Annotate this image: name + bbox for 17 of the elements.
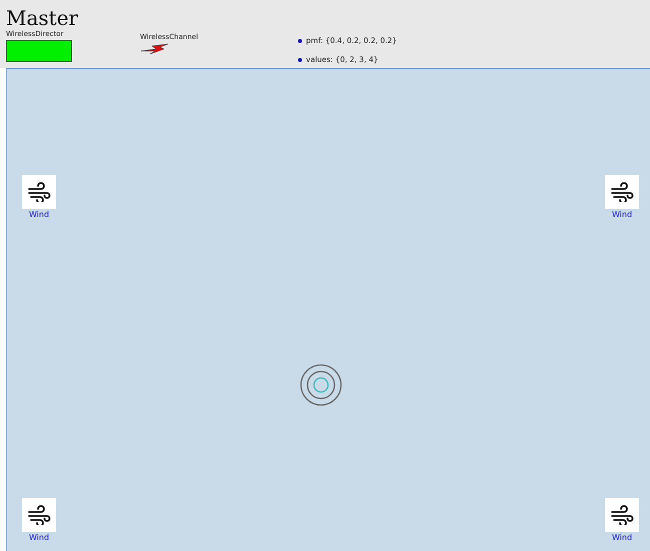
- target-icon[interactable]: [299, 363, 343, 407]
- model-title: Master: [6, 6, 80, 30]
- wind-icon: [610, 182, 634, 202]
- wind-actor[interactable]: [605, 175, 639, 209]
- actor-label: Wind: [28, 210, 50, 219]
- wind-icon: [610, 505, 634, 525]
- wind-actor[interactable]: [22, 175, 56, 209]
- bullet-icon: [298, 58, 302, 62]
- wind-actor[interactable]: [605, 498, 639, 532]
- director-block[interactable]: [6, 40, 72, 62]
- wind-actor[interactable]: [22, 498, 56, 532]
- bullet-icon: [298, 38, 302, 42]
- actor-label: Wind: [612, 210, 632, 219]
- actor-label: Wind: [612, 533, 632, 542]
- wind-icon: [27, 182, 51, 202]
- actor-label: Wind: [28, 533, 50, 542]
- wind-icon: [27, 505, 51, 525]
